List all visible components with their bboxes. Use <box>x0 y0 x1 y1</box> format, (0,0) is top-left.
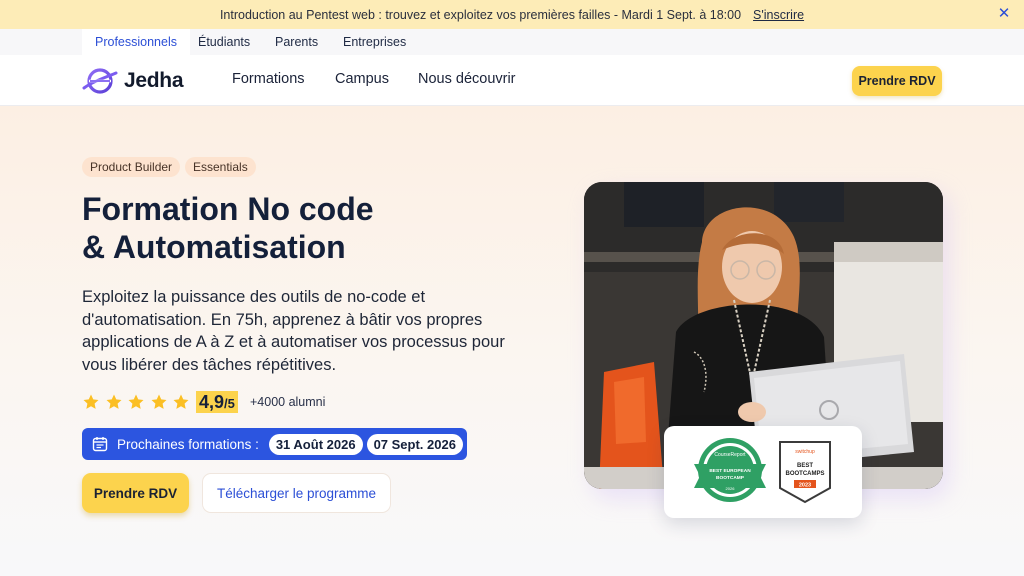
svg-text:BOOTCAMP: BOOTCAMP <box>716 475 745 481</box>
tab-entreprises[interactable]: Entreprises <box>330 29 419 55</box>
title-line-2: & Automatisation <box>82 229 346 265</box>
rating-value: 4,9 <box>199 392 225 412</box>
course-report-badge-icon: CourseReport BEST EUROPEAN BOOTCAMP 2026 <box>694 438 766 502</box>
telecharger-programme-button[interactable]: Télécharger le programme <box>202 473 391 513</box>
rating-score: 4,9/5 <box>196 391 238 413</box>
rating-scale: /5 <box>224 396 235 411</box>
tab-etudiants[interactable]: Étudiants <box>185 29 263 55</box>
nav-campus[interactable]: Campus <box>335 71 389 87</box>
switchup-badge-icon: switchup BEST BOOTCAMPS 2023 <box>779 441 831 504</box>
next-sessions-label: Prochaines formations : <box>117 436 259 452</box>
announcement-bar: Introduction au Pentest web : trouvez et… <box>0 0 1024 29</box>
session-date-1: 31 Août 2026 <box>268 433 363 455</box>
audience-tabs: Professionnels Étudiants Parents Entrepr… <box>0 29 1024 55</box>
star-icon <box>151 394 166 409</box>
logo-text: Jedha <box>124 69 184 92</box>
next-sessions-banner: Prochaines formations : 31 Août 2026 07 … <box>82 428 467 460</box>
hero-description: Exploitez la puissance des outils de no-… <box>82 288 505 374</box>
nav-prendre-rdv-button[interactable]: Prendre RDV <box>852 66 942 96</box>
svg-text:CourseReport: CourseReport <box>714 452 746 458</box>
svg-text:2026: 2026 <box>726 486 736 491</box>
award-badges: CourseReport BEST EUROPEAN BOOTCAMP 2026… <box>694 438 831 504</box>
prendre-rdv-button[interactable]: Prendre RDV <box>82 473 189 513</box>
logo[interactable]: Jedha <box>82 66 202 96</box>
jedha-logo-icon <box>82 68 118 94</box>
rating-stars <box>82 392 195 412</box>
nav-formations[interactable]: Formations <box>232 71 305 87</box>
announcement-text: Introduction au Pentest web : trouvez et… <box>219 7 742 22</box>
alumni-count: +4000 alumni <box>250 395 326 409</box>
chip-product-builder: Product Builder <box>82 157 181 177</box>
star-icon <box>83 394 99 409</box>
svg-text:BEST EUROPEAN: BEST EUROPEAN <box>709 468 751 474</box>
calendar-icon <box>92 437 108 452</box>
tab-professionnels[interactable]: Professionnels <box>82 29 190 55</box>
chip-essentials: Essentials <box>185 157 256 177</box>
session-date-2: 07 Sept. 2026 <box>366 433 463 455</box>
svg-text:BOOTCAMPS: BOOTCAMPS <box>786 471 825 477</box>
svg-text:2023: 2023 <box>799 483 811 489</box>
awards-card: CourseReport BEST EUROPEAN BOOTCAMP 2026… <box>664 426 862 518</box>
star-icon <box>128 394 144 409</box>
svg-text:BEST: BEST <box>797 463 813 469</box>
main-nav: Jedha Formations Campus Nous découvrir P… <box>0 55 1024 106</box>
title-line-1: Formation No code <box>82 191 374 227</box>
page-title: Formation No code & Automatisation <box>82 190 502 266</box>
svg-text:switchup: switchup <box>795 449 815 455</box>
star-icon <box>106 394 121 409</box>
close-icon[interactable]: ✕ <box>996 6 1012 22</box>
tab-parents[interactable]: Parents <box>262 29 331 55</box>
announcement-register-link[interactable]: S'inscrire <box>753 8 804 22</box>
nav-nous-decouvrir[interactable]: Nous découvrir <box>418 71 516 87</box>
star-icon <box>173 394 189 409</box>
